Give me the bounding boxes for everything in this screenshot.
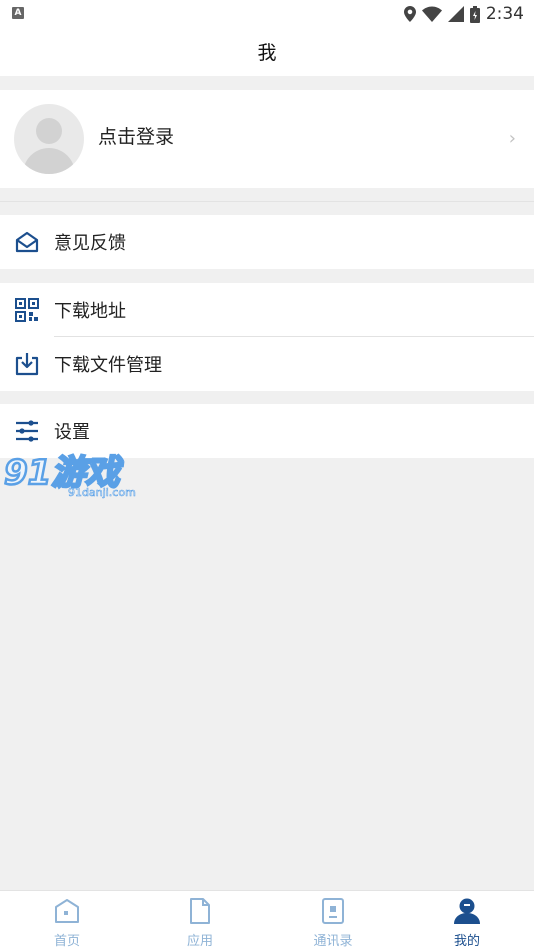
tab-apps[interactable]: 应用	[160, 897, 240, 949]
status-bar: A 2:34	[0, 0, 534, 28]
tab-label: 我的	[453, 934, 480, 949]
tab-me[interactable]: 我的	[427, 897, 507, 949]
page-title: 我	[257, 42, 277, 64]
document-icon	[190, 898, 210, 924]
home-icon	[55, 899, 79, 923]
tab-label: 应用	[186, 934, 213, 949]
contacts-icon	[322, 898, 344, 924]
tab-contacts[interactable]: 通讯录	[293, 897, 373, 949]
bottom-tab-bar: 首页 应用 通讯录 我的	[0, 890, 534, 950]
avatar-body	[23, 148, 75, 174]
menu-item-label: 意见反馈	[54, 233, 126, 254]
menu-item-download-address[interactable]: 下载地址	[0, 283, 534, 337]
menu-item-label: 设置	[54, 422, 90, 443]
watermark-url: 91danji.com	[68, 486, 136, 499]
avatar[interactable]	[14, 104, 84, 174]
title-bar: 我	[0, 28, 534, 76]
person-icon	[454, 898, 480, 924]
qr-code-icon	[15, 298, 39, 322]
chevron-right-icon: ›	[508, 128, 516, 149]
battery-icon	[469, 5, 480, 23]
status-time: 2:34	[485, 4, 524, 24]
menu-item-feedback[interactable]: 意见反馈	[0, 215, 534, 269]
status-icons: 2:34	[403, 4, 524, 24]
wifi-icon	[421, 6, 442, 22]
envelope-icon	[15, 231, 39, 253]
login-card[interactable]: 点击登录 ›	[0, 90, 534, 188]
login-text[interactable]: 点击登录	[98, 122, 174, 149]
menu-item-label: 下载文件管理	[54, 355, 162, 376]
download-box-icon	[15, 353, 39, 376]
tab-label: 首页	[53, 934, 80, 949]
menu-item-label: 下载地址	[54, 301, 126, 322]
signal-icon	[447, 6, 464, 22]
watermark-logo: 91游戏 91danji.com	[3, 452, 136, 500]
tab-home[interactable]: 首页	[27, 897, 107, 949]
location-icon	[403, 6, 416, 22]
tab-label: 通讯录	[313, 934, 353, 949]
menu-item-download-manager[interactable]: 下载文件管理	[0, 337, 534, 391]
sliders-icon	[16, 420, 38, 442]
accessibility-icon: A	[12, 7, 24, 19]
section-divider	[0, 201, 534, 202]
avatar-head	[36, 118, 62, 144]
